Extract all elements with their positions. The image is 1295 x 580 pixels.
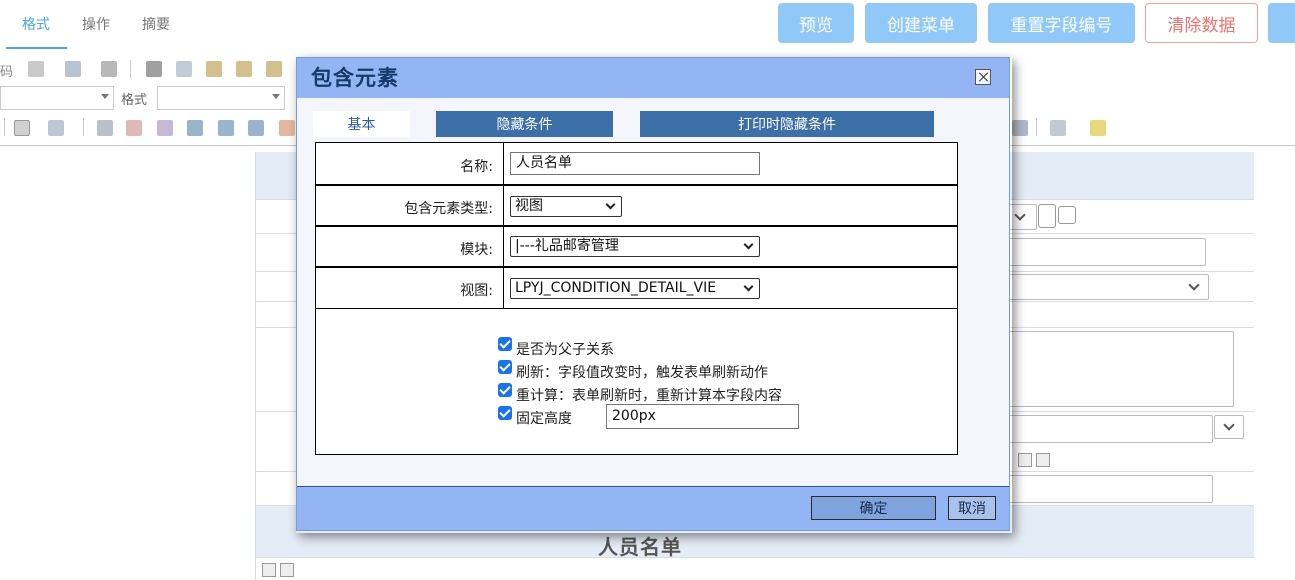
element-type-select[interactable]: 视图 — [510, 196, 622, 217]
paste-word-icon[interactable] — [266, 61, 282, 77]
parent-child-checkbox[interactable] — [498, 337, 512, 351]
user-icon[interactable] — [279, 120, 295, 136]
paste-text-icon[interactable] — [236, 61, 252, 77]
dialog-title-bar[interactable]: 包含元素 — [297, 58, 1009, 98]
form-icon[interactable] — [97, 120, 113, 136]
toolbar-separator — [130, 60, 131, 78]
toolbar-separator — [4, 118, 5, 136]
dialog-footer: 确定 取消 — [297, 486, 1009, 530]
element-type-label: 包含元素类型: — [404, 201, 493, 217]
bg-textarea[interactable] — [1001, 331, 1234, 407]
format-select[interactable] — [157, 86, 285, 110]
bg-select[interactable] — [1214, 415, 1244, 439]
new-page-icon[interactable] — [28, 61, 44, 77]
tab-basic[interactable]: 基本 — [313, 111, 410, 137]
include-element-dialog: 包含元素 基本 隐藏条件 打印时隐藏条件 名称: 人员名单 包含元素类型: 视图… — [296, 57, 1010, 531]
form-row-name: 名称: 人员名单 — [316, 143, 957, 186]
module-select[interactable]: |---礼品邮寄管理 — [510, 236, 760, 257]
bg-text-input[interactable] — [1001, 475, 1213, 503]
module-value: |---礼品邮寄管理 — [515, 238, 619, 254]
bg-color-icon[interactable] — [1090, 120, 1106, 136]
element-type-value: 视图 — [515, 198, 543, 214]
code-icon[interactable] — [1036, 453, 1050, 467]
form-row-module: 模块: |---礼品邮寄管理 — [316, 227, 957, 268]
bg-checkbox[interactable] — [1038, 204, 1056, 228]
create-menu-button[interactable]: 创建菜单 — [865, 3, 977, 43]
chevron-down-icon — [743, 281, 754, 292]
bg-section-title: 人员名单 — [598, 535, 682, 559]
preview-button[interactable]: 预览 — [778, 3, 854, 43]
toolbar-separator — [83, 118, 84, 136]
table-icon[interactable] — [48, 120, 64, 136]
toolbar-separator — [1036, 118, 1037, 136]
name-label: 名称: — [460, 159, 493, 175]
bg-text-input[interactable] — [1001, 238, 1206, 266]
bg-select[interactable] — [1001, 274, 1209, 300]
code-label: 码 — [0, 65, 14, 80]
tab-format[interactable]: 格式 — [22, 14, 50, 34]
image-icon[interactable] — [262, 563, 276, 577]
template-icon[interactable] — [101, 61, 117, 77]
refresh-label: 刷新：字段值改变时，触发表单刷新动作 — [516, 365, 768, 381]
form-row-view: 视图: LPYJ_CONDITION_DETAIL_VIE — [316, 268, 957, 309]
close-icon[interactable] — [975, 69, 991, 85]
view-value: LPYJ_CONDITION_DETAIL_VIE — [515, 280, 717, 296]
reset-field-numbers-button[interactable]: 重置字段编号 — [988, 3, 1135, 43]
tab-hide-conditions[interactable]: 隐藏条件 — [436, 111, 613, 137]
fixed-height-checkbox[interactable] — [498, 406, 512, 420]
tab-summary[interactable]: 摘要 — [142, 14, 170, 34]
code-icon[interactable] — [280, 563, 294, 577]
cancel-button[interactable]: 取消 — [948, 496, 996, 520]
basic-form-table: 名称: 人员名单 包含元素类型: 视图 模块: |---礼品邮寄管理 视图: L… — [315, 142, 958, 455]
paste-icon[interactable] — [206, 61, 222, 77]
tab-print-hide-conditions[interactable]: 打印时隐藏条件 — [640, 111, 934, 137]
name-input[interactable]: 人员名单 — [510, 152, 760, 175]
text-color-icon[interactable] — [1050, 120, 1066, 136]
refresh-checkbox[interactable] — [498, 360, 512, 374]
parent-child-label: 是否为父子关系 — [516, 342, 614, 358]
chevron-down-icon — [605, 199, 616, 210]
top-bar: 格式 操作 摘要 预览 创建菜单 重置字段编号 清除数据 — [0, 0, 1295, 50]
bg-checkbox[interactable] — [1058, 206, 1076, 224]
recalculate-label: 重计算：表单刷新时，重新计算本字段内容 — [516, 388, 782, 404]
active-tab-indicator — [6, 47, 67, 49]
options-area: 是否为父子关系 刷新：字段值改变时，触发表单刷新动作 重计算：表单刷新时，重新计… — [316, 310, 957, 454]
link-field-icon[interactable] — [157, 120, 173, 136]
tab-operation[interactable]: 操作 — [82, 14, 110, 34]
dialog-title: 包含元素 — [311, 66, 399, 90]
cut-icon[interactable] — [146, 61, 162, 77]
department-select-icon[interactable] — [218, 120, 234, 136]
image-icon[interactable] — [1018, 453, 1032, 467]
more-button[interactable] — [1268, 3, 1295, 43]
fixed-height-label: 固定高度 — [516, 411, 572, 427]
toolbar-row-1: 码 — [0, 58, 300, 80]
copy-icon[interactable] — [176, 61, 192, 77]
textfield-icon[interactable] — [14, 120, 30, 136]
preview-icon[interactable] — [65, 61, 81, 77]
style-select[interactable] — [0, 86, 114, 110]
module-label: 模块: — [460, 242, 493, 258]
fixed-height-input[interactable]: 200px — [606, 404, 799, 429]
ok-button[interactable]: 确定 — [811, 496, 936, 520]
form-row-type: 包含元素类型: 视图 — [316, 186, 957, 227]
chevron-down-icon — [743, 239, 754, 250]
bg-text-input[interactable] — [1001, 415, 1213, 443]
recalculate-checkbox[interactable] — [498, 383, 512, 397]
special-char-icon[interactable] — [1012, 120, 1028, 136]
clear-data-button[interactable]: 清除数据 — [1145, 3, 1258, 43]
calendar-icon[interactable] — [126, 120, 142, 136]
view-label: 视图: — [460, 283, 493, 299]
view-select[interactable]: LPYJ_CONDITION_DETAIL_VIE — [510, 278, 760, 299]
organization-icon[interactable] — [248, 120, 264, 136]
department-icon[interactable] — [187, 120, 203, 136]
format-label: 格式 — [121, 93, 148, 108]
